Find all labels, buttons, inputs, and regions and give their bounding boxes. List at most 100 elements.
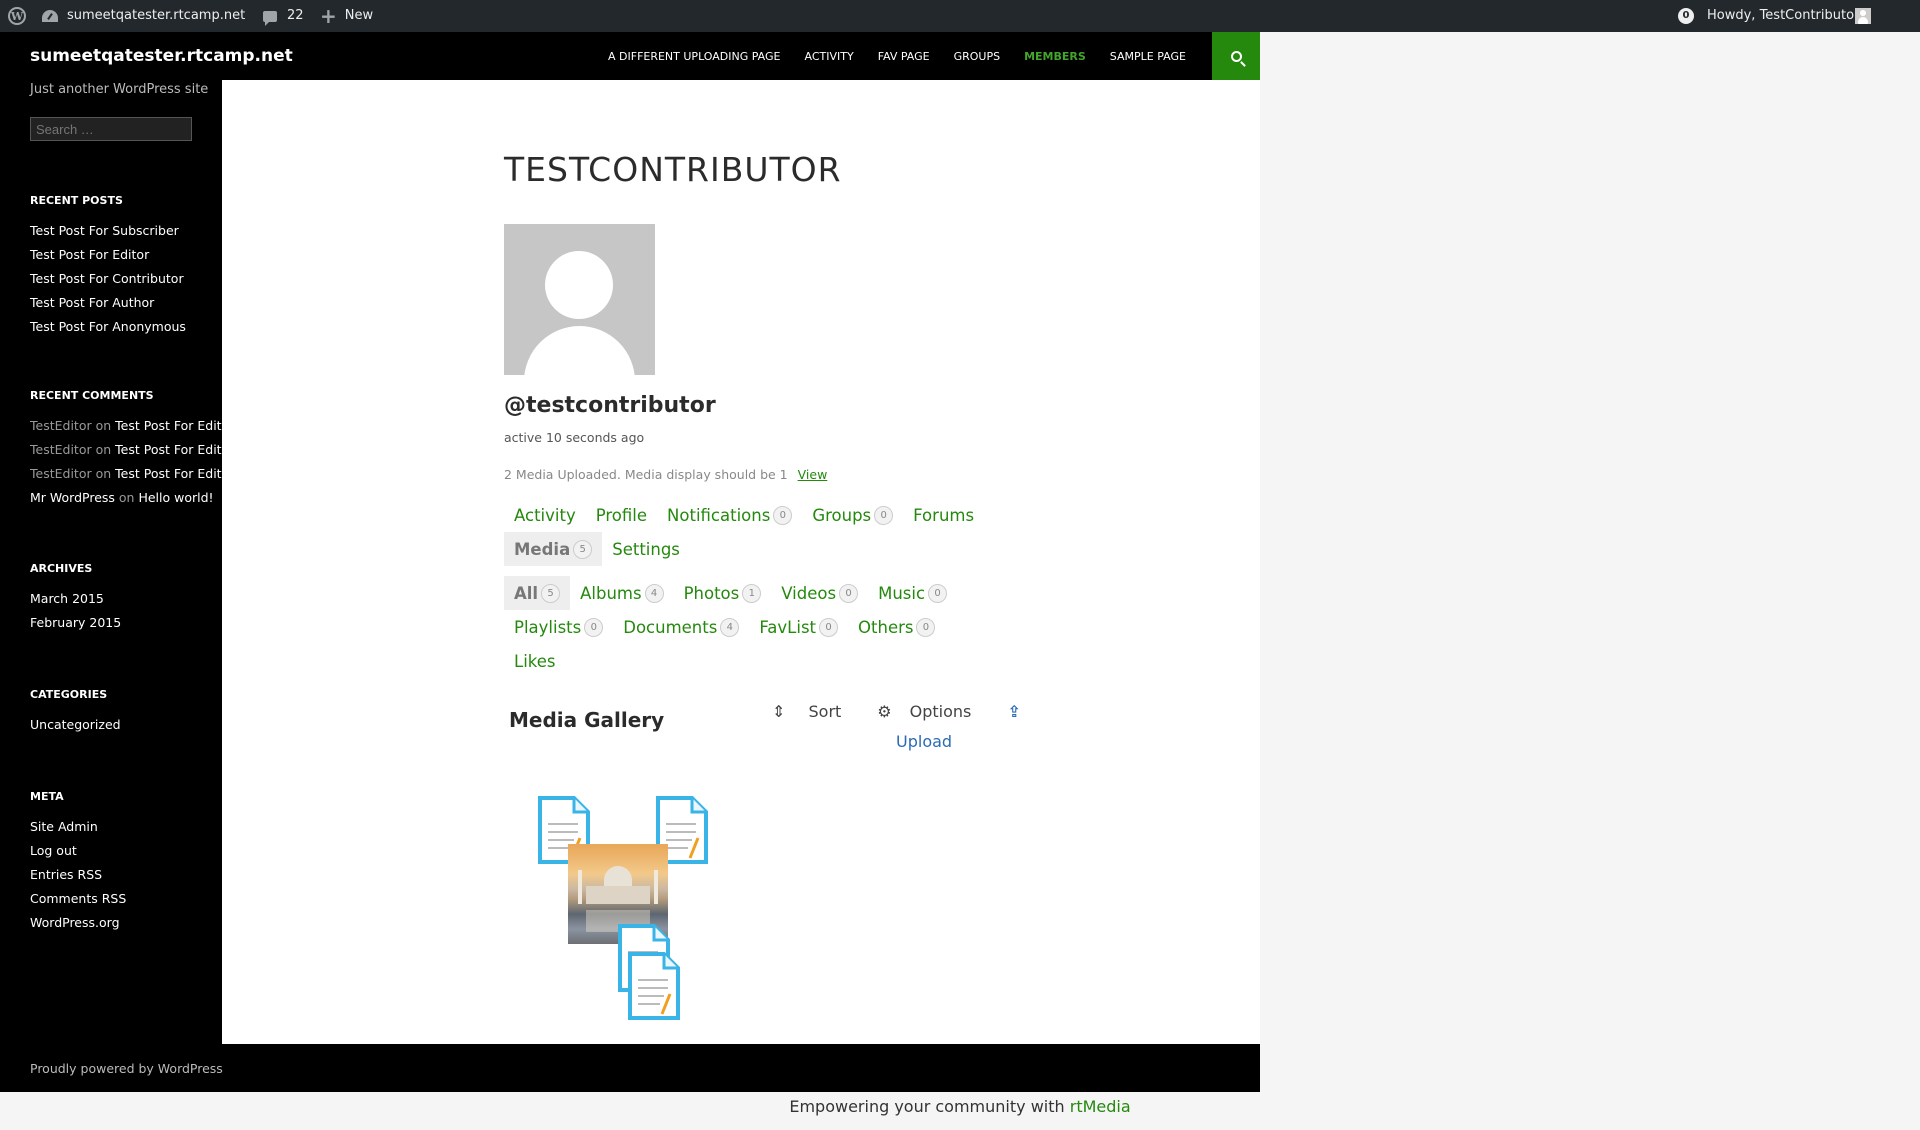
tab-label: Activity	[514, 505, 576, 525]
count-badge: 0	[928, 583, 948, 603]
gear-icon: ⚙	[877, 702, 892, 721]
list-item[interactable]: Comments RSS	[30, 887, 126, 911]
wordpress-logo-icon[interactable]: W	[8, 0, 28, 32]
tab-groups[interactable]: Groups 0	[802, 498, 903, 532]
site-title[interactable]: sumeetqatester.rtcamp.net	[30, 32, 293, 80]
meta-link[interactable]: Log out	[30, 843, 77, 858]
media-subnav: All 5 Albums 4 Photos 1 Videos 0 Music 0	[504, 576, 957, 610]
recent-post-link[interactable]: Test Post For Editor	[30, 247, 149, 262]
list-item[interactable]: WordPress.org	[30, 911, 126, 935]
tab-activity[interactable]: Activity	[504, 498, 586, 532]
list-item[interactable]: Uncategorized	[30, 713, 121, 737]
archive-link[interactable]: March 2015	[30, 591, 104, 606]
comment-author[interactable]: TestEditor	[30, 466, 92, 481]
meta-link[interactable]: Site Admin	[30, 819, 98, 834]
list-item[interactable]: Log out	[30, 839, 126, 863]
rtmedia-credit: Empowering your community with rtMedia	[0, 1097, 1920, 1116]
media-tab-playlists[interactable]: Playlists 0	[504, 610, 613, 644]
comment-post-link[interactable]: Test Post For Editor	[115, 442, 234, 457]
list-item[interactable]: Site Admin	[30, 815, 126, 839]
admin-bar-new[interactable]: + New	[320, 0, 373, 32]
nav-item-sample-page[interactable]: SAMPLE PAGE	[1110, 50, 1186, 63]
search-toggle-button[interactable]	[1212, 32, 1260, 80]
recent-post-link[interactable]: Test Post For Subscriber	[30, 223, 179, 238]
photo-detail	[578, 870, 582, 904]
tab-media[interactable]: Media 5	[504, 532, 603, 566]
category-link[interactable]: Uncategorized	[30, 717, 121, 732]
tab-label: Profile	[595, 505, 648, 525]
nav-item-activity[interactable]: ACTIVITY	[805, 50, 854, 63]
media-subnav-row-3: Likes	[504, 644, 566, 678]
media-tab-albums[interactable]: Albums 4	[570, 576, 673, 610]
media-note-view-link[interactable]: View	[798, 467, 828, 482]
admin-bar: W sumeetqatester.rtcamp.net 22 + New 0 H…	[0, 0, 1920, 32]
tab-profile[interactable]: Profile	[586, 498, 657, 532]
meta-list: Site Admin Log out Entries RSS Comments …	[30, 815, 126, 935]
media-tab-photos[interactable]: Photos 1	[674, 576, 772, 610]
meta-link[interactable]: Comments RSS	[30, 891, 126, 906]
recent-post-link[interactable]: Test Post For Anonymous	[30, 319, 186, 334]
notifications-badge: 0	[1678, 8, 1694, 24]
admin-bar-account[interactable]: Howdy, TestContributor	[1707, 0, 1872, 32]
list-item: Mr WordPress on Hello world!	[30, 486, 234, 510]
recent-post-link[interactable]: Test Post For Contributor	[30, 271, 184, 286]
admin-bar-site-link[interactable]: sumeetqatester.rtcamp.net	[42, 0, 245, 32]
comment-author[interactable]: TestEditor	[30, 442, 92, 457]
tab-settings[interactable]: Settings	[602, 532, 690, 566]
archive-link[interactable]: February 2015	[30, 615, 121, 630]
profile-username: @testcontributor	[504, 393, 716, 418]
count-badge: 0	[773, 505, 793, 525]
media-tab-others[interactable]: Others 0	[848, 610, 945, 644]
comment-author[interactable]: TestEditor	[30, 418, 92, 433]
nav-item-uploading-page[interactable]: A DIFFERENT UPLOADING PAGE	[608, 50, 781, 63]
tab-label: Likes	[514, 651, 556, 671]
nav-item-members[interactable]: MEMBERS	[1024, 50, 1086, 63]
document-thumbnail[interactable]	[624, 952, 684, 1024]
tab-notifications[interactable]: Notifications 0	[657, 498, 802, 532]
avatar-body	[524, 326, 635, 375]
list-item[interactable]: Entries RSS	[30, 863, 126, 887]
count-badge: 0	[916, 617, 936, 637]
count-badge: 4	[644, 583, 664, 603]
list-item[interactable]: Test Post For Editor	[30, 243, 186, 267]
comment-post-link[interactable]: Hello world!	[138, 490, 213, 505]
media-tab-music[interactable]: Music 0	[868, 576, 957, 610]
meta-link[interactable]: WordPress.org	[30, 915, 120, 930]
upload-icon[interactable]: ⇪	[1007, 702, 1020, 721]
comment-sep: on	[114, 490, 139, 505]
tab-label: Others	[858, 617, 914, 637]
comment-post-link[interactable]: Test Post For Editor	[115, 466, 234, 481]
list-item[interactable]: Test Post For Anonymous	[30, 315, 186, 339]
categories-list: Uncategorized	[30, 713, 121, 737]
photo-detail	[654, 870, 658, 904]
list-item[interactable]: Test Post For Subscriber	[30, 219, 186, 243]
media-tab-videos[interactable]: Videos 0	[771, 576, 868, 610]
list-item: TestEditor on Test Post For Editor	[30, 414, 234, 438]
search-icon	[1230, 50, 1242, 62]
options-button[interactable]: ⚙ Options	[877, 702, 989, 721]
list-item[interactable]: March 2015	[30, 587, 121, 611]
nav-item-fav-page[interactable]: FAV PAGE	[878, 50, 930, 63]
admin-bar-comments[interactable]: 22	[263, 0, 304, 32]
sort-button[interactable]: ⇕ Sort	[772, 702, 859, 721]
list-item[interactable]: Test Post For Author	[30, 291, 186, 315]
media-tab-all[interactable]: All 5	[504, 576, 571, 610]
upload-button[interactable]: Upload	[896, 732, 952, 751]
recent-post-link[interactable]: Test Post For Author	[30, 295, 154, 310]
comment-author[interactable]: Mr WordPress	[30, 490, 115, 505]
list-item[interactable]: February 2015	[30, 611, 121, 635]
tab-forums[interactable]: Forums	[903, 498, 984, 532]
powered-by-link[interactable]: Proudly powered by WordPress	[30, 1061, 223, 1076]
media-tab-favlist[interactable]: FavList 0	[749, 610, 848, 644]
comment-post-link[interactable]: Test Post For Editor	[115, 418, 234, 433]
media-tab-documents[interactable]: Documents 4	[613, 610, 749, 644]
admin-bar-notifications[interactable]: 0	[1678, 0, 1694, 32]
rtmedia-link[interactable]: rtMedia	[1070, 1097, 1131, 1116]
nav-item-groups[interactable]: GROUPS	[954, 50, 1001, 63]
sidebar-search-input[interactable]	[30, 117, 192, 141]
meta-link[interactable]: Entries RSS	[30, 867, 102, 882]
media-tab-likes[interactable]: Likes	[504, 644, 566, 678]
tab-label: All	[514, 583, 539, 603]
media-note-text: 2 Media Uploaded. Media display should b…	[504, 467, 788, 482]
list-item[interactable]: Test Post For Contributor	[30, 267, 186, 291]
